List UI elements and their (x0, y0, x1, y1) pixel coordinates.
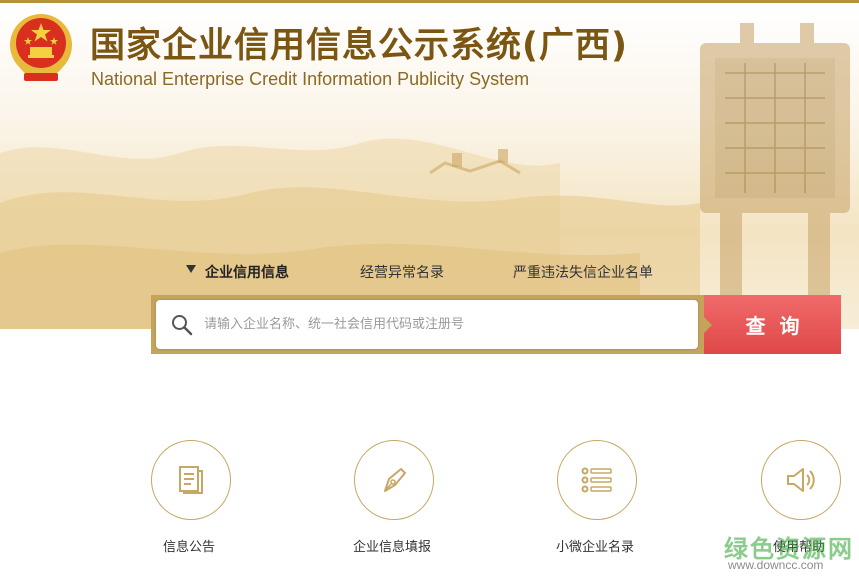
speaker-icon (787, 468, 815, 492)
search-button[interactable]: 查询 (704, 295, 841, 354)
document-icon (179, 466, 203, 494)
search-input[interactable] (204, 300, 684, 349)
tab-abnormal-operation-list[interactable]: 经营异常名录 (360, 262, 444, 282)
feature-small-micro-enterprise-list[interactable] (557, 440, 637, 520)
watermark-en: www.downcc.com (728, 558, 824, 572)
feature-help[interactable] (761, 440, 841, 520)
tab-enterprise-credit-info[interactable]: 企业信用信息 (205, 262, 289, 282)
feature-label-small-micro-enterprise-list[interactable]: 小微企业名录 (556, 536, 634, 555)
feature-info-announcement[interactable] (151, 440, 231, 520)
national-emblem-icon (10, 14, 72, 81)
search-button-arrow-icon (704, 317, 712, 333)
feature-enterprise-info-report[interactable] (354, 440, 434, 520)
search-icon (172, 315, 193, 336)
active-tab-caret-icon (186, 265, 196, 273)
search-box (156, 300, 698, 349)
tab-serious-violation-list[interactable]: 严重违法失信企业名单 (513, 262, 653, 282)
site-title-en: National Enterprise Credit Information P… (91, 69, 530, 89)
feature-label-enterprise-info-report[interactable]: 企业信息填报 (353, 536, 431, 555)
feature-label-info-announcement[interactable]: 信息公告 (163, 536, 215, 555)
list-icon (581, 467, 612, 493)
pen-icon (384, 468, 406, 492)
site-title-cn: 国家企业信用信息公示系统(广西) (90, 26, 628, 66)
